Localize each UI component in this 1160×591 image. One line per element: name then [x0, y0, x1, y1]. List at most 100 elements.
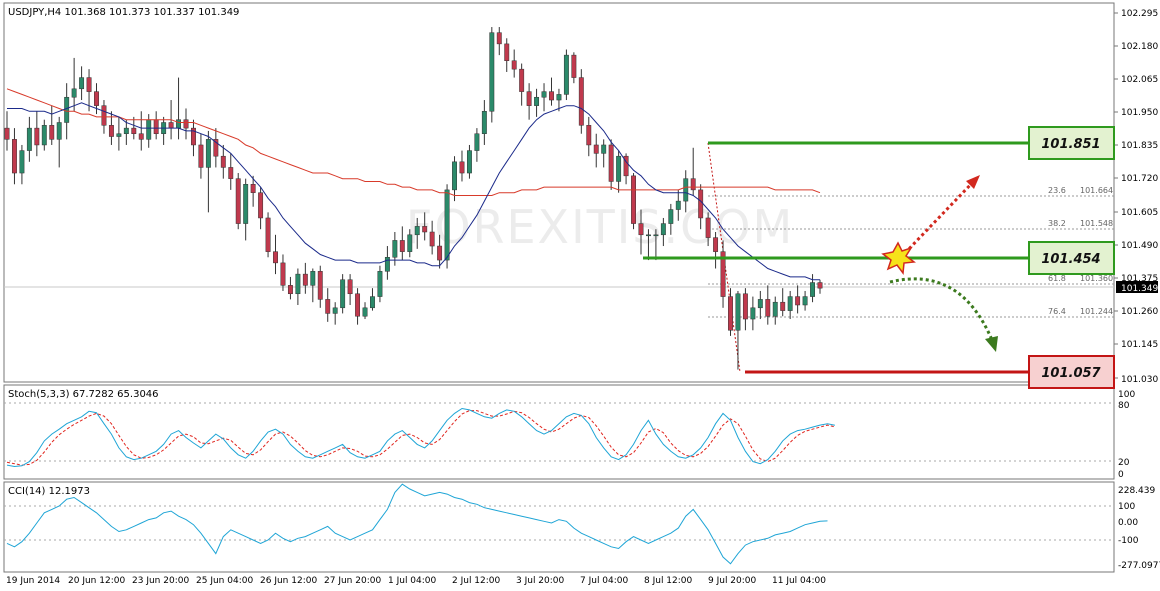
price-tick: 101.605 — [1121, 208, 1158, 218]
candle-body — [370, 296, 375, 309]
time-tick: 8 Jul 12:00 — [644, 576, 693, 586]
candle-body — [668, 209, 674, 224]
candle-body — [384, 257, 390, 272]
current-price-label: 101.349 — [1121, 284, 1158, 294]
candle-body — [586, 125, 592, 146]
candle-body — [265, 217, 271, 252]
forex-chart[interactable]: FOREXITIS.COM USDJPY,H4 101.368 101.373 … — [0, 0, 1160, 591]
support-value: 101.057 — [1041, 366, 1101, 381]
candle-body — [273, 251, 278, 264]
resistance-value: 101.851 — [1041, 137, 1100, 152]
candle-body — [302, 273, 308, 286]
candle-body — [608, 144, 614, 182]
time-tick: 11 Jul 04:00 — [772, 576, 826, 586]
candle-body — [496, 32, 502, 45]
candle-body — [653, 234, 659, 237]
candle-body — [407, 234, 413, 252]
candle-body — [757, 299, 763, 309]
stoch-axis: 100 80 20 0 — [1118, 390, 1135, 480]
candle-body — [176, 119, 182, 129]
candle-body — [504, 43, 510, 61]
candle-body — [772, 301, 778, 317]
candle-body — [12, 139, 17, 174]
candle-body — [563, 54, 569, 95]
candle-body — [86, 77, 92, 92]
candle-body — [556, 94, 562, 101]
candle-body — [205, 139, 211, 168]
candle-body — [787, 296, 793, 311]
candle-body — [138, 133, 144, 140]
fib-price: 101.664 — [1080, 186, 1113, 195]
cci-tick: -277.0977 — [1118, 561, 1160, 571]
candle-body — [810, 282, 815, 297]
cci-axis: 228.439 100 0.00 -100 -277.0977 — [1118, 486, 1160, 571]
candle-body — [362, 307, 368, 317]
candle-body — [64, 96, 70, 123]
fib-ratio: 23.6 — [1048, 186, 1066, 195]
stoch-panel — [3, 384, 1115, 480]
candle-body — [79, 77, 85, 90]
time-tick: 7 Jul 04:00 — [580, 576, 629, 586]
candle-body — [183, 119, 189, 129]
price-tick: 101.835 — [1121, 141, 1158, 151]
candle-body — [519, 68, 525, 92]
chart-header: USDJPY,H4 101.368 101.373 101.337 101.34… — [8, 7, 239, 18]
candle-body — [474, 133, 480, 151]
candle-body — [355, 293, 361, 317]
candle-body — [131, 127, 137, 134]
candle-body — [541, 91, 547, 98]
candle-body — [414, 226, 420, 236]
candle-body — [526, 91, 532, 106]
candle-body — [660, 223, 666, 236]
time-tick: 1 Jul 04:00 — [388, 576, 437, 586]
candle-body — [295, 273, 301, 295]
candle-body — [49, 125, 55, 140]
candle-body — [690, 178, 696, 191]
candle-body — [571, 54, 577, 78]
candle-body — [325, 299, 331, 314]
price-tick: 102.065 — [1121, 75, 1158, 85]
candle-body — [549, 91, 554, 101]
candle-body — [683, 178, 689, 202]
stoch-tick: 100 — [1118, 390, 1135, 400]
price-tick: 101.260 — [1121, 307, 1158, 317]
candle-body — [534, 96, 540, 106]
candle-body — [243, 184, 249, 224]
candle-body — [578, 77, 584, 126]
candle-body — [392, 240, 398, 258]
candle-body — [34, 127, 40, 146]
fib-ratio: 76.4 — [1048, 307, 1066, 316]
candle-body — [802, 296, 808, 306]
price-tick: 101.145 — [1121, 340, 1158, 350]
candle-body — [287, 285, 293, 295]
candle-body — [675, 200, 681, 210]
time-axis: 19 Jun 2014 20 Jun 12:00 23 Jun 20:00 25… — [6, 576, 826, 586]
candle-body — [108, 125, 114, 137]
fib-price: 101.360 — [1080, 274, 1113, 283]
candle-body — [26, 127, 32, 151]
candle-body — [235, 178, 241, 224]
candle-body — [735, 293, 741, 331]
candle-body — [198, 144, 204, 168]
candle-body — [317, 271, 323, 300]
candle-body — [616, 155, 622, 182]
fib-price: 101.548 — [1080, 219, 1113, 228]
candle-body — [377, 271, 383, 297]
candle-body — [399, 240, 405, 252]
candle-body — [310, 271, 316, 286]
candle-body — [41, 125, 47, 146]
cci-header: CCI(14) 12.1973 — [8, 486, 90, 497]
candle-body — [116, 133, 122, 137]
cci-panel — [3, 481, 1115, 573]
candle-body — [220, 155, 226, 168]
candle-body — [765, 299, 771, 317]
candle-body — [728, 296, 733, 331]
candle-body — [742, 293, 748, 320]
time-tick: 27 Jun 20:00 — [324, 576, 381, 586]
candle-body — [250, 184, 256, 193]
candle-body — [101, 105, 107, 126]
candle-body — [4, 127, 10, 140]
price-tick: 102.180 — [1121, 42, 1158, 52]
time-tick: 20 Jun 12:00 — [68, 576, 125, 586]
candle-body — [153, 119, 159, 134]
